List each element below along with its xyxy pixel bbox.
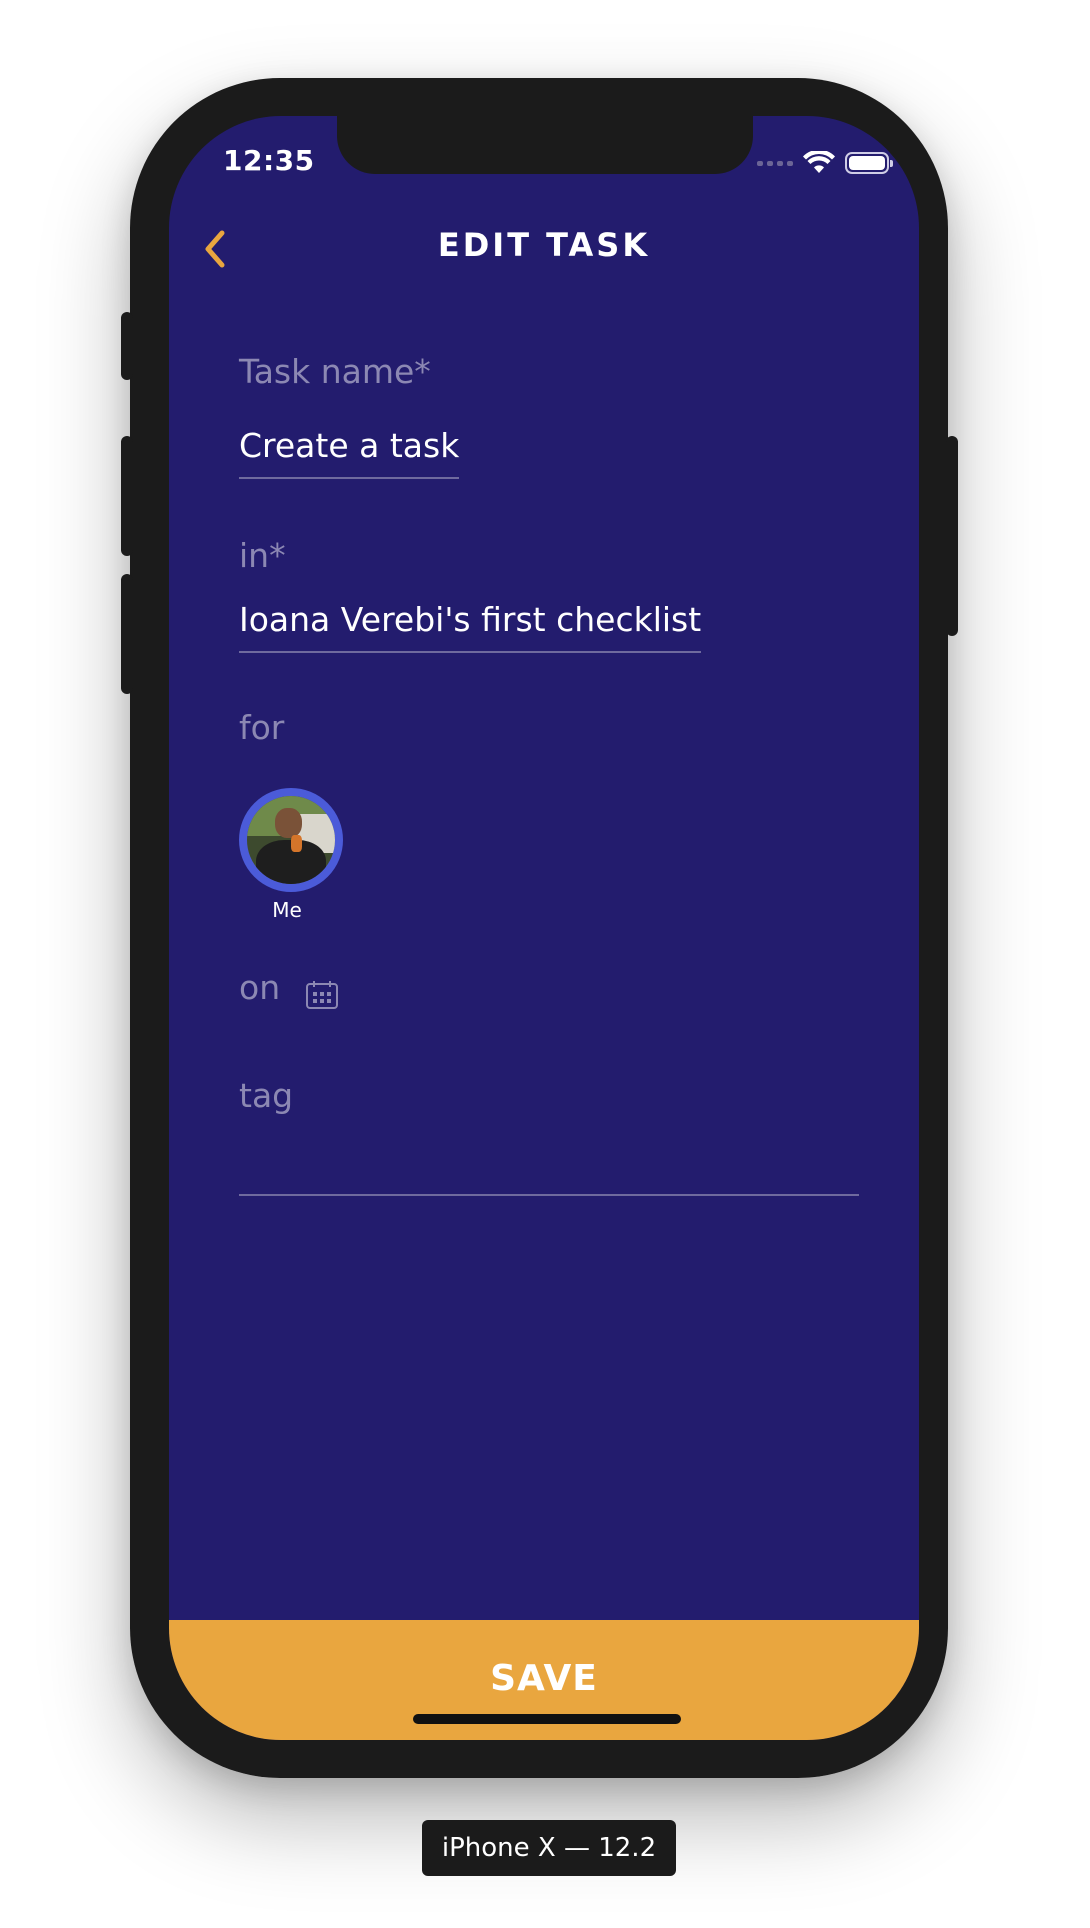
cellular-signal-icon — [757, 160, 793, 166]
notch — [337, 116, 753, 174]
checklist-select[interactable]: Ioana Verebi's first checklist — [239, 600, 702, 653]
save-button-label: SAVE — [490, 1658, 598, 1699]
page-title: EDIT TASK — [437, 226, 651, 264]
wifi-icon — [803, 151, 835, 173]
power-button — [946, 436, 958, 636]
for-label: for — [239, 708, 285, 747]
battery-icon — [845, 152, 893, 174]
calendar-icon[interactable] — [305, 980, 339, 1010]
in-label: in* — [239, 536, 286, 575]
status-time: 12:35 — [223, 144, 315, 177]
assignee-avatar-button[interactable] — [239, 788, 343, 892]
volume-down-button — [121, 574, 133, 694]
assignee-label: Me — [272, 898, 302, 922]
mute-switch — [121, 312, 133, 380]
on-label: on — [239, 968, 281, 1007]
task-name-input[interactable]: Create a task — [239, 426, 460, 479]
home-indicator — [413, 1714, 681, 1724]
avatar — [239, 788, 343, 892]
tag-input[interactable] — [239, 1194, 859, 1196]
device-label: iPhone X — 12.2 — [422, 1820, 676, 1876]
volume-up-button — [121, 436, 133, 556]
status-icons — [757, 150, 893, 176]
tag-label: tag — [239, 1076, 294, 1115]
app-screen: 12:35 EDIT TASK Task name* Create a task… — [169, 116, 919, 1740]
task-name-label: Task name* — [239, 352, 431, 391]
